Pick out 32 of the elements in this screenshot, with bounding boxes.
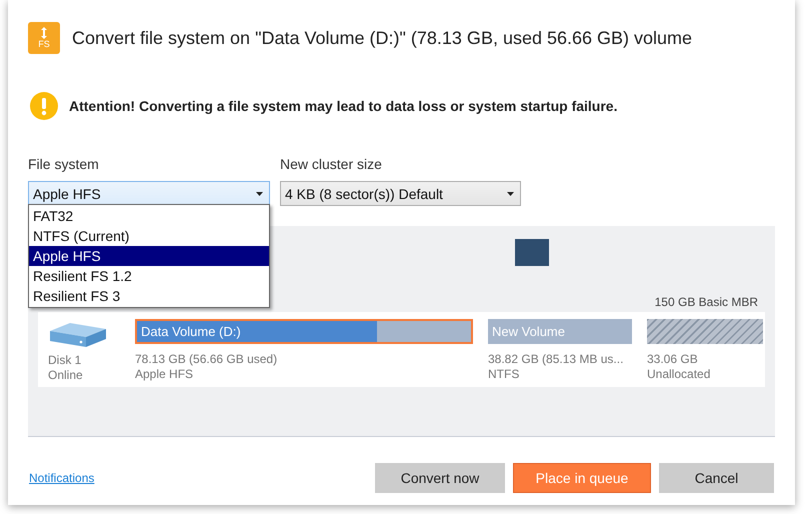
notifications-link[interactable]: Notifications — [29, 471, 94, 485]
partition-size: 78.13 GB (56.66 GB used) — [135, 352, 278, 367]
toolbar-button[interactable] — [515, 239, 549, 266]
partition-size: 33.06 GB — [647, 352, 699, 367]
partition-file-system: Unallocated — [647, 367, 712, 382]
partition-file-system: Apple HFS — [135, 367, 194, 382]
dropdown-arrow-icon — [256, 192, 263, 196]
app-icon: FS — [28, 22, 60, 54]
dropdown-option[interactable]: FAT32 — [29, 206, 269, 226]
warning-icon — [30, 92, 58, 120]
cluster-size-dropdown[interactable]: 4 KB (8 sector(s)) Default — [280, 181, 521, 206]
dropdown-option[interactable]: Resilient FS 3 — [29, 286, 269, 306]
partition-size: 38.82 GB (85.13 MB us... — [488, 352, 624, 367]
field-label: New cluster size — [280, 156, 383, 172]
dropdown-arrow-icon — [507, 192, 514, 196]
disk-name: Disk 1 — [48, 353, 82, 368]
disk-status: Online — [48, 368, 84, 383]
partition-name: New Volume — [491, 324, 565, 339]
dialog-button[interactable]: Convert now — [375, 463, 505, 493]
dropdown-option[interactable]: NTFS (Current) — [29, 226, 269, 246]
field-label: File system — [28, 156, 100, 172]
dropdown-option[interactable]: Resilient FS 1.2 — [29, 266, 269, 286]
partition-file-system: NTFS — [488, 367, 520, 382]
dialog-title: Convert file system on "Data Volume (D:)" (78.13 GB, used 56.66 GB) volume — [72, 28, 692, 48]
partition-bar[interactable]: Data Volume (D:) — [135, 319, 473, 344]
disk-info: 150 GB Basic MBR — [654, 295, 758, 309]
dialog-button[interactable]: Cancel — [659, 463, 774, 493]
partition-name: Data Volume (D:) — [140, 324, 241, 339]
file-system-dropdown[interactable]: Apple HFS — [28, 181, 270, 206]
unallocated-bar[interactable] — [647, 319, 763, 344]
warning-message: Attention! Converting a file system may lead to data loss or system startup failure. — [69, 98, 618, 114]
dropdown-option[interactable]: Apple HFS — [29, 246, 269, 266]
